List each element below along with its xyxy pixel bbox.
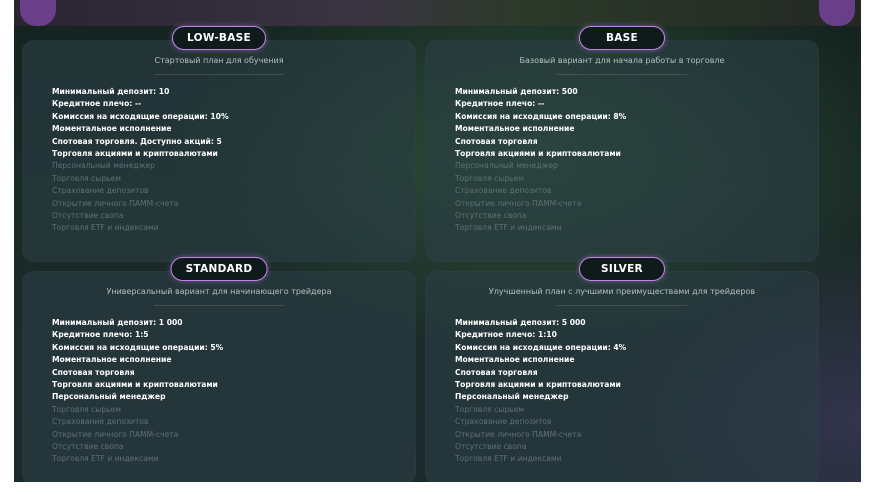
feature-item: Кредитное плечо: -- [455, 99, 545, 109]
feature-list: Минимальный депозит: 500 Кредитное плечо… [455, 86, 626, 235]
feature-item: Моментальное исполнение [52, 124, 172, 134]
plan-card-base[interactable]: BASE Базовый вариант для начала работы в… [425, 26, 819, 262]
feature-item: Кредитное плечо: 1:5 [52, 330, 149, 340]
plan-subtitle: Базовый вариант для начала работы в торг… [519, 56, 725, 65]
feature-item-disabled: Торговля сырьем [455, 173, 524, 183]
feature-item: Торговля акциями и криптовалютами [455, 149, 621, 159]
feature-item: Торговля акциями и криптовалютами [52, 149, 218, 159]
feature-item: Минимальный депозит: 5 000 [455, 318, 586, 327]
divider [154, 74, 284, 75]
feature-item-disabled: Открытие личного ПАММ-счета [52, 198, 179, 208]
feature-item: Комиссия на исходящие операции: 5% [52, 342, 224, 352]
feature-item: Торговля акциями и криптовалютами [455, 380, 621, 390]
feature-item-disabled: Открытие личного ПАММ-счета [52, 429, 179, 439]
feature-item-disabled: Отсутствие свопа [455, 211, 527, 221]
plan-card-silver[interactable]: SILVER Улучшенный план с лучшими преимущ… [425, 257, 819, 482]
feature-item-disabled: Отсутствие свопа [52, 211, 124, 221]
feature-item: Спотовая торговля [52, 367, 135, 377]
plan-subtitle: Универсальный вариант для начинающего тр… [106, 287, 332, 296]
feature-item-disabled: Торговля ETF и индексами [52, 223, 159, 233]
plan-subtitle: Улучшенный план с лучшими преимуществами… [488, 287, 756, 296]
feature-item-disabled: Отсутствие свопа [52, 442, 124, 452]
feature-list: Минимальный депозит: 10 Кредитное плечо:… [52, 86, 229, 235]
feature-item: Персональный менеджер [52, 392, 166, 402]
feature-item-disabled: Персональный менеджер [455, 161, 558, 171]
feature-item-disabled: Торговля сырьем [455, 404, 524, 414]
plans-section: LOW-BASE Стартовый план для обучения Мин… [14, 0, 861, 482]
plan-subtitle: Стартовый план для обучения [154, 56, 284, 65]
feature-item: Торговля акциями и криптовалютами [52, 380, 218, 390]
feature-item-disabled: Торговля сырьем [52, 173, 121, 183]
feature-item: Персональный менеджер [455, 392, 569, 402]
feature-list: Минимальный депозит: 1 000 Кредитное пле… [52, 317, 223, 466]
feature-item: Кредитное плечо: -- [52, 99, 142, 109]
banner-accent-left [20, 0, 56, 26]
feature-item: Спотовая торговля. Доступно акций: 5 [52, 136, 222, 146]
plan-card-low-base[interactable]: LOW-BASE Стартовый план для обучения Мин… [22, 26, 416, 262]
feature-item: Моментальное исполнение [455, 355, 575, 365]
plan-name-badge[interactable]: BASE [579, 26, 665, 50]
feature-item-disabled: Торговля сырьем [52, 404, 121, 414]
feature-item: Минимальный депозит: 500 [455, 87, 578, 96]
divider [557, 74, 687, 75]
feature-item-disabled: Торговля ETF и индексами [52, 454, 159, 464]
feature-item-disabled: Торговля ETF и индексами [455, 454, 562, 464]
feature-item: Моментальное исполнение [52, 355, 172, 365]
feature-item-disabled: Открытие личного ПАММ-счета [455, 429, 582, 439]
feature-item: Минимальный депозит: 10 [52, 87, 170, 96]
plan-card-standard[interactable]: STANDARD Универсальный вариант для начин… [22, 257, 416, 482]
feature-item-disabled: Персональный менеджер [52, 161, 155, 171]
feature-item-disabled: Торговля ETF и индексами [455, 223, 562, 233]
feature-item: Моментальное исполнение [455, 124, 575, 134]
plan-name-badge[interactable]: STANDARD [170, 257, 268, 281]
feature-item-disabled: Отсутствие свопа [455, 442, 527, 452]
divider [557, 305, 687, 306]
feature-item: Минимальный депозит: 1 000 [52, 318, 183, 327]
feature-item-disabled: Страхование депозитов [455, 417, 552, 427]
feature-item: Комиссия на исходящие операции: 8% [455, 111, 627, 121]
top-banner-strip [14, 0, 861, 26]
feature-item: Комиссия на исходящие операции: 4% [455, 342, 627, 352]
plan-name-badge[interactable]: SILVER [579, 257, 665, 281]
banner-accent-right [819, 0, 855, 26]
divider [154, 305, 284, 306]
feature-item-disabled: Страхование депозитов [52, 417, 149, 427]
feature-item-disabled: Страхование депозитов [52, 186, 149, 196]
feature-item: Кредитное плечо: 1:10 [455, 330, 557, 340]
feature-item-disabled: Открытие личного ПАММ-счета [455, 198, 582, 208]
feature-item: Спотовая торговля [455, 367, 538, 377]
feature-item-disabled: Страхование депозитов [455, 186, 552, 196]
feature-item: Комиссия на исходящие операции: 10% [52, 111, 229, 121]
feature-item: Спотовая торговля [455, 136, 538, 146]
plan-name-badge[interactable]: LOW-BASE [172, 26, 266, 50]
feature-list: Минимальный депозит: 5 000 Кредитное пле… [455, 317, 626, 466]
